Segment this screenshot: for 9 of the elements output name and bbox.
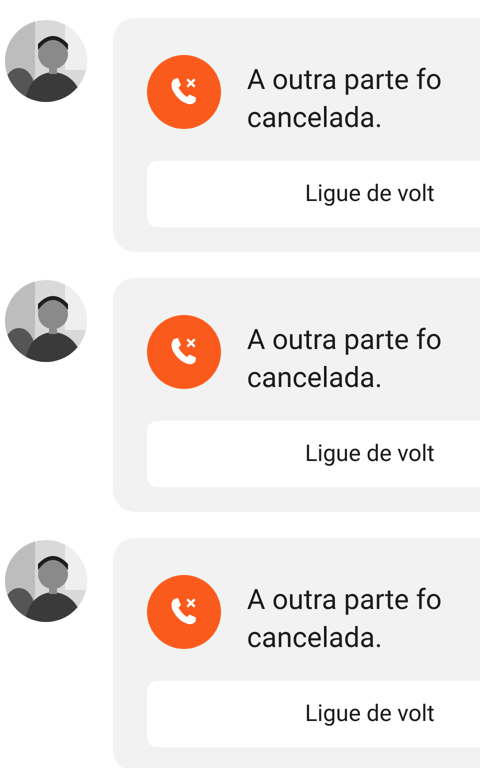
message-text: A outra parte fo cancelada. [247, 62, 442, 136]
missed-call-icon [147, 315, 221, 389]
call-back-button[interactable]: Ligue de volt [147, 161, 480, 227]
call-back-button[interactable]: Ligue de volt [147, 681, 480, 747]
missed-call-icon [147, 55, 221, 129]
call-back-button[interactable]: Ligue de volt [147, 421, 480, 487]
message-text: A outra parte fo cancelada. [247, 582, 442, 656]
message-text: A outra parte fo cancelada. [247, 322, 442, 396]
missed-call-icon [147, 575, 221, 649]
